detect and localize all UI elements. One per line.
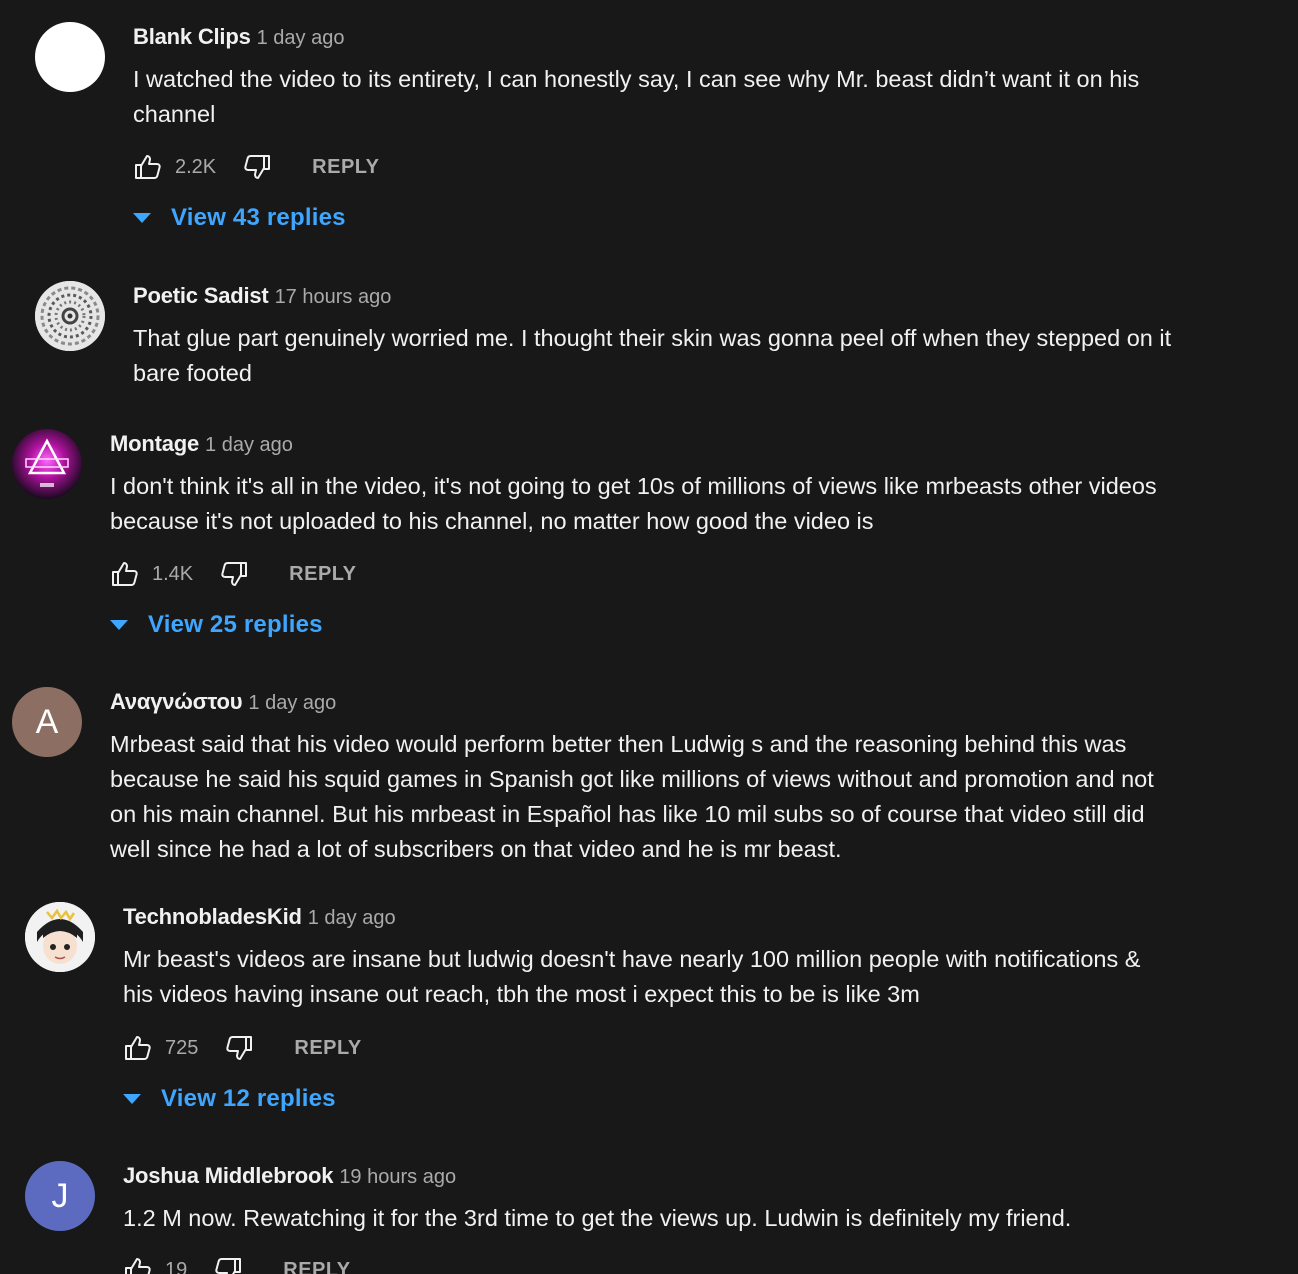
comment-text-line: because it's not uploaded to his channel…	[110, 508, 874, 534]
view-replies-button[interactable]: View 43 replies	[133, 204, 346, 232]
reply-button[interactable]: REPLY	[294, 1037, 361, 1060]
view-replies-label: View 25 replies	[148, 611, 323, 638]
comment-time[interactable]: 17 hours ago	[275, 286, 392, 308]
comment-text: Mr beast's videos are insane but ludwig …	[123, 942, 1243, 1012]
comment-header: Poetic Sadist 17 hours ago	[133, 281, 391, 314]
neon-logo-avatar-icon	[12, 429, 82, 499]
anime-character-avatar-icon	[25, 902, 95, 972]
comment-author[interactable]: TechnobladesKid	[123, 904, 302, 929]
comment-text-line: I don't think it's all in the video, it'…	[110, 473, 1157, 499]
avatar[interactable]	[25, 902, 95, 972]
dislike-icon[interactable]	[224, 1033, 254, 1063]
comment-text: That glue part genuinely worried me. I t…	[133, 321, 1253, 391]
comment-author[interactable]: Poetic Sadist	[133, 283, 269, 308]
comment-text-line: That glue part genuinely worried me. I t…	[133, 325, 1172, 351]
view-replies-label: View 43 replies	[171, 204, 346, 231]
like-icon[interactable]	[133, 152, 163, 182]
dislike-icon[interactable]	[242, 152, 272, 182]
comment-author[interactable]: Blank Clips	[133, 24, 251, 49]
like-count: 2.2K	[175, 155, 217, 178]
comment-author[interactable]: Montage	[110, 431, 199, 456]
like-count: 725	[165, 1036, 199, 1059]
like-count: 1.4K	[152, 562, 194, 585]
caret-down-icon	[133, 213, 151, 223]
avatar[interactable]	[35, 281, 105, 351]
avatar-letter: J	[51, 1176, 69, 1215]
avatar[interactable]	[35, 22, 105, 92]
comment-header: Joshua Middlebrook 19 hours ago	[123, 1161, 456, 1194]
avatar[interactable]	[12, 429, 82, 499]
dislike-icon[interactable]	[213, 1255, 243, 1274]
comment-text: Mrbeast said that his video would perfor…	[110, 727, 1230, 867]
comment-text-line: bare footed	[133, 360, 252, 386]
view-replies-button[interactable]: View 25 replies	[110, 611, 323, 639]
reply-button[interactable]: REPLY	[289, 563, 356, 586]
comment-time[interactable]: 1 day ago	[308, 907, 396, 929]
like-icon[interactable]	[110, 559, 140, 589]
comment-text-line: on his main channel. But his mrbeast in …	[110, 801, 1145, 827]
comment-text-line: his videos having insane out reach, tbh …	[123, 981, 920, 1007]
reply-button[interactable]: REPLY	[283, 1259, 350, 1274]
comment-text-line: because he said his squid games in Spani…	[110, 766, 1154, 792]
comment-text: 1.2 M now. Rewatching it for the 3rd tim…	[123, 1201, 1243, 1236]
comment-text-line: I watched the video to its entirety, I c…	[133, 66, 1140, 92]
swirl-pattern-avatar-icon	[35, 281, 105, 351]
comment-text-line: 1.2 M now. Rewatching it for the 3rd tim…	[123, 1205, 1072, 1231]
comment-author[interactable]: Joshua Middlebrook	[123, 1163, 334, 1188]
reply-button[interactable]: REPLY	[312, 156, 379, 179]
comment-text-line: Mrbeast said that his video would perfor…	[110, 731, 1127, 757]
comment-header: TechnobladesKid 1 day ago	[123, 902, 396, 935]
comment-actions: 1.4K REPLY	[110, 559, 357, 589]
comment-time[interactable]: 1 day ago	[205, 434, 293, 456]
comment-header: Montage 1 day ago	[110, 429, 293, 462]
comment-actions: 725 REPLY	[123, 1033, 362, 1063]
comment-text: I don't think it's all in the video, it'…	[110, 469, 1230, 539]
comment-text-line: Mr beast's videos are insane but ludwig …	[123, 946, 1141, 972]
like-icon[interactable]	[123, 1255, 153, 1274]
caret-down-icon	[110, 620, 128, 630]
comment-header: Blank Clips 1 day ago	[133, 22, 344, 55]
comment-text-line: well since he had a lot of subscribers o…	[110, 836, 842, 862]
like-count: 19	[165, 1258, 188, 1274]
comment-time[interactable]: 1 day ago	[248, 692, 336, 714]
comment-text-line: channel	[133, 101, 216, 127]
avatar[interactable]: J	[25, 1161, 95, 1231]
comment-actions: 19 REPLY	[123, 1255, 351, 1274]
comment-author[interactable]: Αναγνώστου	[110, 689, 243, 714]
comment-actions: 2.2K REPLY	[133, 152, 380, 182]
caret-down-icon	[123, 1094, 141, 1104]
dislike-icon[interactable]	[219, 559, 249, 589]
comment-time[interactable]: 1 day ago	[257, 27, 345, 49]
comment-header: Αναγνώστου 1 day ago	[110, 687, 336, 720]
comment-time[interactable]: 19 hours ago	[339, 1166, 456, 1188]
comment-text: I watched the video to its entirety, I c…	[133, 62, 1253, 132]
view-replies-button[interactable]: View 12 replies	[123, 1085, 336, 1113]
like-icon[interactable]	[123, 1033, 153, 1063]
avatar[interactable]: A	[12, 687, 82, 757]
view-replies-label: View 12 replies	[161, 1085, 336, 1112]
avatar-letter: A	[35, 702, 59, 741]
